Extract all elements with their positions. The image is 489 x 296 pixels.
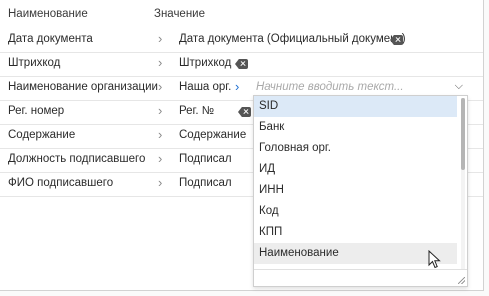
chevron-right-icon[interactable]: › xyxy=(158,55,162,70)
dropdown-option[interactable]: КПП xyxy=(254,222,457,243)
dropdown-footer xyxy=(254,269,467,286)
chevron-down-icon[interactable]: ⌵ xyxy=(455,80,463,93)
clear-icon[interactable] xyxy=(235,59,248,69)
chevron-right-icon[interactable]: › xyxy=(235,79,239,94)
row-value[interactable]: Наша орг. xyxy=(179,81,231,93)
resize-grip-icon[interactable] xyxy=(458,277,465,284)
clear-icon[interactable] xyxy=(238,107,251,117)
dropdown-option[interactable]: Наименование xyxy=(254,243,457,264)
table-row[interactable]: Штрихкод › Штрихкод xyxy=(0,52,483,77)
dropdown-option[interactable]: ИНН xyxy=(254,180,457,201)
row-value[interactable]: Подписал xyxy=(179,177,232,189)
chevron-right-icon[interactable]: › xyxy=(158,31,162,46)
dropdown-option[interactable]: SID xyxy=(254,96,457,117)
chevron-right-icon[interactable]: › xyxy=(158,103,162,118)
row-label: Штрихкод xyxy=(8,57,61,69)
chevron-right-icon[interactable]: › xyxy=(158,151,162,166)
search-placeholder: Начните вводить текст... xyxy=(256,81,404,93)
chevron-right-icon[interactable]: › xyxy=(158,79,162,94)
column-header-value: Значение xyxy=(154,8,205,20)
mouse-cursor-icon xyxy=(428,250,441,269)
scrollbar-thumb[interactable] xyxy=(461,98,465,170)
row-value[interactable]: Содержание xyxy=(179,129,246,141)
row-value[interactable]: Дата документа (Официальный документ) xyxy=(179,33,406,45)
row-value[interactable]: Штрихкод xyxy=(179,57,231,69)
dropdown-option[interactable]: Банк xyxy=(254,117,457,138)
table-row[interactable]: Дата документа › Дата документа (Официал… xyxy=(0,28,483,53)
column-header-name: Наименование xyxy=(8,8,88,20)
row-label: ФИО подписавшего xyxy=(8,177,114,189)
row-label: Содержание xyxy=(8,129,76,141)
dropdown-option[interactable]: Головная орг. xyxy=(254,138,457,159)
row-value[interactable]: Рег. № xyxy=(179,105,214,117)
row-label: Дата документа xyxy=(8,33,93,45)
chevron-right-icon[interactable]: › xyxy=(158,175,162,190)
row-value[interactable]: Подписал xyxy=(179,153,232,165)
dropdown-option[interactable]: Код xyxy=(254,201,457,222)
row-label: Рег. номер xyxy=(8,105,65,117)
chevron-right-icon[interactable]: › xyxy=(158,127,162,142)
row-label: Наименование организации xyxy=(8,81,158,93)
dropdown-option[interactable]: ИД xyxy=(254,159,457,180)
row-label: Должность подписавшего xyxy=(8,153,146,165)
table-header: Наименование Значение xyxy=(0,0,483,28)
